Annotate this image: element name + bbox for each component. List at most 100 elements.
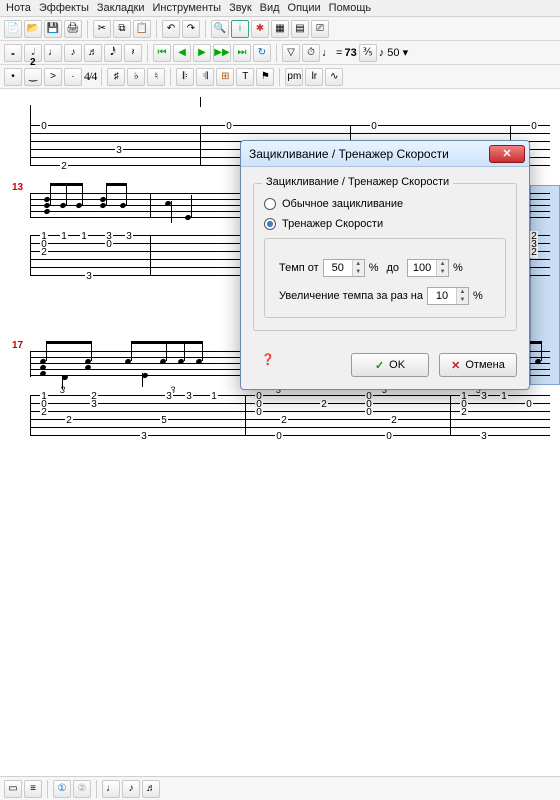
tempo-from-spinner[interactable]: ▲▼ <box>323 259 365 277</box>
tab-fret[interactable]: 0 <box>370 121 378 132</box>
first-icon[interactable]: ⏮ <box>153 44 171 62</box>
tab-fret[interactable]: 0 <box>525 399 533 410</box>
tab-fret[interactable]: 2 <box>530 247 538 258</box>
tool-icon[interactable]: ✱ <box>251 20 269 38</box>
flat-icon[interactable]: ♭ <box>127 68 145 86</box>
undo-icon[interactable]: ↶ <box>162 20 180 38</box>
tab-fret[interactable]: 2 <box>40 407 48 418</box>
chord-icon[interactable]: ⊞ <box>216 68 234 86</box>
save-icon[interactable]: 💾 <box>44 20 62 38</box>
tab-fret[interactable]: 2 <box>390 415 398 426</box>
tab-fret[interactable]: 3 <box>85 271 93 282</box>
bpm-editor[interactable]: ♪ 50 ▾ <box>379 46 408 59</box>
voice1-icon[interactable]: ① <box>53 780 71 798</box>
thirtysecond-note-icon[interactable]: 𝅘𝅥𝅰 <box>104 44 122 62</box>
countdown-icon[interactable]: ⏱ <box>302 44 320 62</box>
menu-item[interactable]: Помощь <box>329 2 372 14</box>
tab-fret[interactable]: 2 <box>40 247 48 258</box>
tab-fret[interactable]: 3 <box>480 391 488 402</box>
radio-speed-trainer[interactable]: Тренажер Скорости <box>264 218 506 230</box>
menu-item[interactable]: Закладки <box>97 2 145 14</box>
sixteenth-note-icon[interactable]: ♬ <box>84 44 102 62</box>
dot-duration-icon[interactable]: • <box>4 68 22 86</box>
ok-button[interactable]: ✓ OK <box>351 353 429 377</box>
menu-item[interactable]: Эффекты <box>39 2 89 14</box>
tab-fret[interactable]: 1 <box>210 391 218 402</box>
spinner-up-icon[interactable]: ▲ <box>457 288 468 296</box>
radio-simple-loop[interactable]: Обычное зацикливание <box>264 198 506 210</box>
spinner-down-icon[interactable]: ▼ <box>437 268 448 276</box>
tab-fret[interactable]: 2 <box>320 399 328 410</box>
tab-fret[interactable]: 0 <box>105 239 113 250</box>
tab-fret[interactable]: 3 <box>90 399 98 410</box>
redo-icon[interactable]: ↷ <box>182 20 200 38</box>
sharp-icon[interactable]: ♯ <box>107 68 125 86</box>
tab-fret[interactable]: 3 <box>115 145 123 156</box>
last-icon[interactable]: ⏭ <box>233 44 251 62</box>
open-icon[interactable]: 📂 <box>24 20 42 38</box>
tab-fret[interactable]: 1 <box>60 231 68 242</box>
text-icon[interactable]: T <box>236 68 254 86</box>
next-icon[interactable]: ▶▶ <box>213 44 231 62</box>
spinner-up-icon[interactable]: ▲ <box>353 260 364 268</box>
zoom-icon[interactable]: 🔍 <box>211 20 229 38</box>
spinner-up-icon[interactable]: ▲ <box>437 260 448 268</box>
tab-fret[interactable]: 2 <box>65 415 73 426</box>
mixer-icon[interactable]: ⎚ <box>311 20 329 38</box>
natural-icon[interactable]: ♮ <box>147 68 165 86</box>
vibrato-icon[interactable]: ∿ <box>325 68 343 86</box>
tab-fret[interactable]: 3 <box>125 231 133 242</box>
rest-icon[interactable]: 𝄽 <box>124 44 142 62</box>
tab-fret[interactable]: 5 <box>160 415 168 426</box>
metronome-icon[interactable]: ▽ <box>282 44 300 62</box>
spinner-down-icon[interactable]: ▼ <box>353 268 364 276</box>
let-ring-icon[interactable]: lr <box>305 68 323 86</box>
menu-item[interactable]: Нота <box>6 2 31 14</box>
play-icon[interactable]: ▶ <box>193 44 211 62</box>
tab-fret[interactable]: 1 <box>80 231 88 242</box>
paste-icon[interactable]: 📋 <box>133 20 151 38</box>
whole-note-icon[interactable]: 𝅝 <box>4 44 22 62</box>
increment-input[interactable] <box>428 288 456 304</box>
tempo-to-spinner[interactable]: ▲▼ <box>407 259 449 277</box>
tab-fret[interactable]: 0 <box>275 431 283 442</box>
menu-item[interactable]: Вид <box>260 2 280 14</box>
tab-fret[interactable]: 0 <box>40 121 48 132</box>
increment-spinner[interactable]: ▲▼ <box>427 287 469 305</box>
tab-fret[interactable]: 2 <box>460 407 468 418</box>
close-button[interactable]: ✕ <box>489 145 525 163</box>
note-duration-icon[interactable]: ♪ <box>122 780 140 798</box>
tab-fret[interactable]: 0 <box>255 407 263 418</box>
marker-icon[interactable]: ⚑ <box>256 68 274 86</box>
cut-icon[interactable]: ✂ <box>93 20 111 38</box>
print-icon[interactable]: 🖨 <box>64 20 82 38</box>
bar-view-icon[interactable]: ≡ <box>24 780 42 798</box>
menu-item[interactable]: Опции <box>288 2 321 14</box>
repeat-end-icon[interactable]: 𝄇 <box>196 68 214 86</box>
help-icon[interactable]: ❓ <box>261 353 275 377</box>
menu-item[interactable]: Звук <box>229 2 252 14</box>
loop-icon[interactable]: ↻ <box>253 44 271 62</box>
repeat-start-icon[interactable]: 𝄆 <box>176 68 194 86</box>
tie-icon[interactable]: ‿ <box>24 68 42 86</box>
new-icon[interactable]: 📄 <box>4 20 22 38</box>
quarter-note-icon[interactable]: ♩ <box>44 44 62 62</box>
track-icon[interactable]: ▭ <box>4 780 22 798</box>
staccato-icon[interactable]: · <box>64 68 82 86</box>
tab-fret[interactable]: 0 <box>385 431 393 442</box>
tab-fret[interactable]: 0 <box>530 121 538 132</box>
tab-fret[interactable]: 2 <box>60 161 68 172</box>
tuplet-icon[interactable]: ⅗ <box>359 44 377 62</box>
accent-icon[interactable]: ˃ <box>44 68 62 86</box>
menu-item[interactable]: Инструменты <box>152 2 221 14</box>
timesig-display[interactable]: 4/4 <box>84 69 96 84</box>
tab-fret[interactable]: 3 <box>140 431 148 442</box>
copy-icon[interactable]: ⧉ <box>113 20 131 38</box>
spinner-down-icon[interactable]: ▼ <box>457 296 468 304</box>
tab-fret[interactable]: 3 <box>165 391 173 402</box>
tab-fret[interactable]: 0 <box>225 121 233 132</box>
tempo-from-input[interactable] <box>324 260 352 276</box>
tab-fret[interactable]: 3 <box>185 391 193 402</box>
palette-icon[interactable]: ▤ <box>291 20 309 38</box>
tab-fret[interactable]: 3 <box>480 431 488 442</box>
